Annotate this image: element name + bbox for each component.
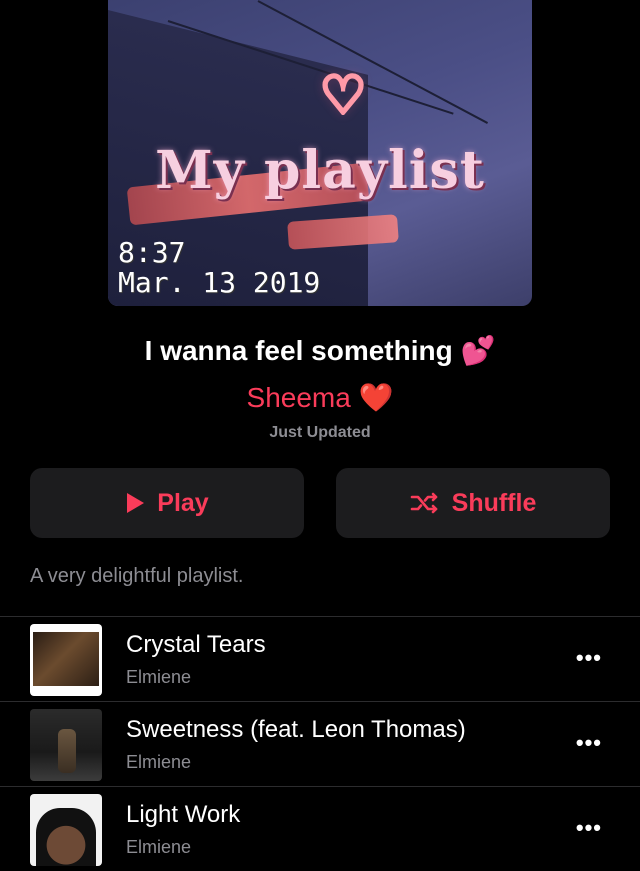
song-artwork bbox=[30, 794, 102, 866]
song-row[interactable]: Light Work Elmiene ••• bbox=[0, 786, 640, 871]
more-ellipsis-icon[interactable]: ••• bbox=[576, 730, 602, 756]
song-title: Light Work bbox=[126, 801, 241, 828]
curator-link[interactable]: Sheema ❤️ bbox=[0, 381, 640, 414]
song-list: Crystal Tears Elmiene ••• Sweetness (fea… bbox=[0, 616, 640, 871]
more-ellipsis-icon[interactable]: ••• bbox=[576, 815, 602, 841]
play-button[interactable]: Play bbox=[30, 468, 304, 538]
playlist-description: A very delightful playlist. bbox=[30, 565, 244, 587]
updated-status: Just Updated bbox=[269, 424, 371, 441]
artwork-stamp-date: Mar. 13 2019 bbox=[118, 266, 321, 299]
neon-heart-icon: ♡ bbox=[318, 67, 369, 125]
artwork-date-stamp: 8:37 Mar. 13 2019 bbox=[118, 238, 320, 298]
song-artwork bbox=[30, 709, 102, 781]
song-artist: Elmiene bbox=[126, 667, 192, 687]
song-row[interactable]: Crystal Tears Elmiene ••• bbox=[0, 616, 640, 701]
song-title: Sweetness (feat. Leon Thomas) bbox=[126, 716, 466, 743]
shuffle-icon bbox=[410, 492, 440, 514]
play-label: Play bbox=[157, 488, 209, 517]
artwork-stamp-time: 8:37 bbox=[118, 236, 186, 269]
song-row[interactable]: Sweetness (feat. Leon Thomas) Elmiene ••… bbox=[0, 701, 640, 786]
shuffle-button[interactable]: Shuffle bbox=[336, 468, 610, 538]
shuffle-label: Shuffle bbox=[451, 488, 537, 517]
playlist-title: I wanna feel something 💕 bbox=[144, 335, 496, 366]
playlist-artwork: ♡ My playlist 8:37 Mar. 13 2019 bbox=[108, 0, 532, 306]
artwork-title: My playlist bbox=[155, 140, 485, 201]
more-ellipsis-icon[interactable]: ••• bbox=[576, 645, 602, 671]
play-triangle-icon bbox=[125, 492, 145, 514]
song-title: Crystal Tears bbox=[126, 631, 266, 658]
song-artist: Elmiene bbox=[126, 752, 192, 772]
song-artwork bbox=[30, 624, 102, 696]
